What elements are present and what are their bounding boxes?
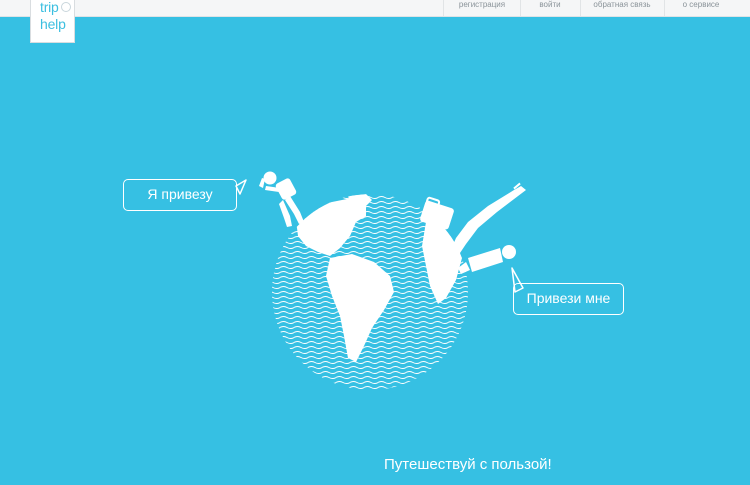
logo-text-help: help bbox=[40, 16, 66, 32]
tagline: Путешествуй с пользой! bbox=[384, 456, 552, 473]
bring-me-bubble[interactable]: Привези мне bbox=[513, 283, 624, 315]
bring-bubble[interactable]: Я привезу bbox=[123, 179, 237, 211]
left-bubble-tail bbox=[235, 179, 247, 195]
logo-arrow-icon bbox=[61, 2, 71, 12]
person-waving-icon bbox=[259, 171, 304, 227]
logo[interactable]: trip help bbox=[30, 0, 75, 43]
bring-bubble-label: Я привезу bbox=[147, 186, 213, 202]
person-reclining-icon bbox=[458, 245, 516, 274]
eiffel-tower-icon bbox=[450, 182, 526, 256]
illustration bbox=[235, 171, 526, 390]
bring-me-bubble-label: Привези мне bbox=[526, 290, 611, 306]
logo-text-trip: trip bbox=[40, 0, 59, 15]
